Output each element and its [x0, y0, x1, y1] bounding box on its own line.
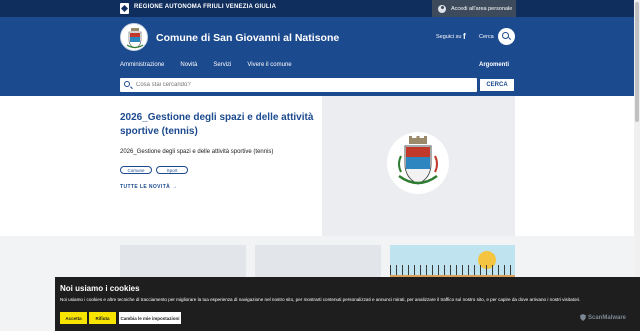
read-more-label: TUTTE LE NOVITÀ: [120, 184, 171, 190]
main-nav: Amministrazione Novità Servizi Vivere il…: [120, 62, 308, 72]
nav-item-vivere-il-comune[interactable]: Vivere il comune: [247, 62, 291, 72]
cookie-accept-button[interactable]: Accetta: [60, 312, 87, 324]
page-scrollbar[interactable]: [634, 0, 640, 277]
tag-sport[interactable]: Sport: [156, 166, 188, 174]
region-logo-icon[interactable]: [120, 3, 129, 14]
page-description: 2026_Gestione degli spazi e delle attivi…: [120, 149, 274, 155]
region-bar: REGIONE AUTONOMA FRIULI VENEZIA GIULIA A…: [0, 0, 640, 17]
site-title[interactable]: Comune di San Giovanni al Natisone: [156, 32, 339, 44]
read-more-link[interactable]: TUTTE LE NOVITÀ →: [120, 184, 177, 190]
user-icon: [438, 4, 446, 13]
search-submit-button[interactable]: CERCA: [479, 78, 515, 92]
tag-comune[interactable]: Comune: [120, 166, 152, 174]
login-button[interactable]: Accedi all'area personale: [432, 0, 516, 17]
login-label: Accedi all'area personale: [451, 5, 513, 12]
search-bar: [120, 78, 477, 92]
arrow-right-icon: →: [171, 184, 178, 190]
featured-image: [322, 96, 515, 236]
cookie-banner: Noi usiamo i cookies Noi usiamo i cookie…: [55, 277, 640, 331]
site-header: Comune di San Giovanni al Natisone Segui…: [0, 17, 640, 96]
search-icon: [124, 81, 130, 87]
scanmalware-label: ScanMalware: [588, 314, 627, 321]
municipality-crest-icon[interactable]: [120, 23, 148, 51]
search-label: Cerca: [479, 34, 494, 40]
scanmalware-badge[interactable]: ScanMalware: [580, 314, 626, 321]
search-input[interactable]: [136, 80, 466, 90]
scrollbar-thumb[interactable]: [635, 2, 639, 122]
page: REGIONE AUTONOMA FRIULI VENEZIA GIULIA A…: [0, 0, 640, 331]
cookie-text: Noi usiamo i cookies e altre tecniche di…: [60, 297, 581, 302]
page-title: 2026_Gestione degli spazi e delle attivi…: [120, 112, 314, 137]
cookie-reject-button[interactable]: Rifiuta: [89, 312, 116, 324]
cookie-title: Noi usiamo i cookies: [60, 284, 140, 293]
nav-item-novita[interactable]: Novità: [180, 62, 197, 72]
facebook-icon[interactable]: f: [463, 32, 469, 41]
nav-item-amministrazione[interactable]: Amministrazione: [120, 62, 164, 72]
region-name[interactable]: REGIONE AUTONOMA FRIULI VENEZIA GIULIA: [134, 4, 276, 10]
municipality-crest-icon: [387, 132, 449, 194]
cookie-settings-button[interactable]: Cambia le mie impostazioni: [119, 312, 181, 324]
nav-item-argomenti[interactable]: Argomenti: [479, 62, 509, 68]
follow-label: Seguici su: [436, 34, 462, 40]
search-open-button[interactable]: [498, 28, 515, 45]
nav-item-servizi[interactable]: Servizi: [213, 62, 231, 72]
shield-icon: [580, 314, 586, 321]
